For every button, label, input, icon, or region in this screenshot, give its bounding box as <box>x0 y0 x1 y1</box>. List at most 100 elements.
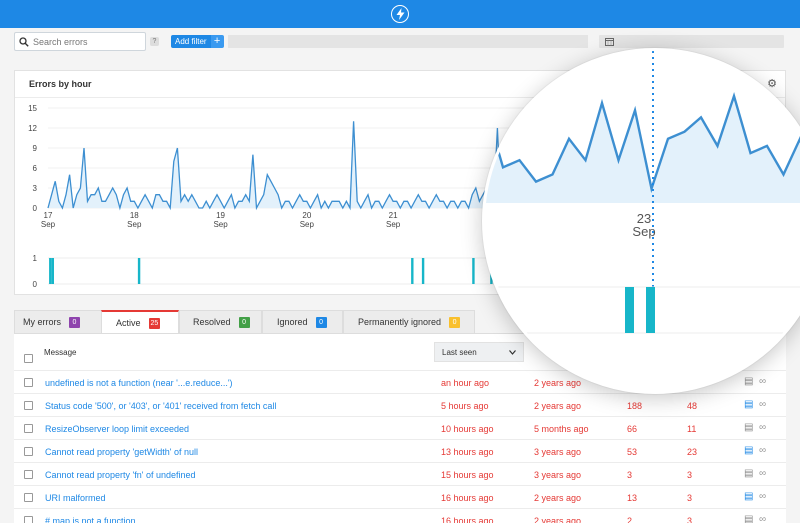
bar <box>472 258 475 284</box>
tab-permanently-ignored[interactable]: Permanently ignored 0 <box>343 310 475 333</box>
table-row[interactable]: URI malformed 16 hours ago 2 years ago 1… <box>14 485 786 508</box>
x-tick-month: Sep <box>213 220 228 229</box>
row-checkbox[interactable] <box>24 447 33 456</box>
link-icon[interactable]: ∞ <box>759 491 766 502</box>
link-icon[interactable]: ∞ <box>759 445 766 456</box>
link-icon[interactable]: ∞ <box>759 514 766 523</box>
comment-icon[interactable]: ▤ <box>744 491 753 502</box>
count-badge: 0 <box>449 316 461 328</box>
x-tick-month: Sep <box>386 220 401 229</box>
error-message-link[interactable]: Status code '500', or '403', or '401' re… <box>45 394 276 417</box>
y-tick-label: 3 <box>33 184 38 193</box>
filter-track[interactable] <box>228 35 588 48</box>
last-seen: 16 hours ago <box>441 515 494 523</box>
row-checkbox[interactable] <box>24 378 33 387</box>
comment-icon[interactable]: ▤ <box>744 514 753 523</box>
add-filter-label: Add filter <box>171 35 211 48</box>
table-row[interactable]: Cannot read property 'fn' of undefined 1… <box>14 462 786 485</box>
row-checkbox[interactable] <box>24 424 33 433</box>
users-count: 13 <box>627 492 638 503</box>
link-icon[interactable]: ∞ <box>759 422 766 433</box>
magnifier-lens: 23 Sep <box>482 48 800 394</box>
y-tick-label: 12 <box>28 124 37 133</box>
zoomed-chart: 23Sep <box>485 51 800 334</box>
y-tick-label: 0 <box>33 204 38 213</box>
row-checkbox[interactable] <box>24 470 33 479</box>
first-seen: 3 years ago <box>534 469 582 480</box>
last-seen: 15 hours ago <box>441 469 494 480</box>
users-count: 188 <box>627 400 643 411</box>
zoomed-bar <box>646 287 655 333</box>
first-seen: 5 months ago <box>534 423 589 434</box>
error-message-link[interactable]: # map is not a function <box>45 509 136 523</box>
tab-my-errors[interactable]: My errors 0 <box>14 310 102 333</box>
x-tick-day: 21 <box>389 211 398 220</box>
error-message-link[interactable]: Cannot read property 'getWidth' of null <box>45 440 198 463</box>
event-count: 3 <box>687 492 693 503</box>
bar <box>421 258 425 284</box>
y-tick-label: 15 <box>28 104 37 113</box>
table-row[interactable]: Cannot read property 'getWidth' of null … <box>14 439 786 462</box>
select-all-checkbox[interactable] <box>24 354 33 363</box>
table-row[interactable]: Status code '500', or '403', or '401' re… <box>14 393 786 416</box>
search-input[interactable] <box>33 36 133 47</box>
lightning-icon <box>391 5 409 23</box>
event-count: 3 <box>687 469 693 480</box>
last-seen: an hour ago <box>441 377 490 388</box>
last-seen: 13 hours ago <box>441 446 494 457</box>
x-tick-day: 19 <box>216 211 225 220</box>
first-seen: 3 years ago <box>534 446 582 457</box>
tab-label: Ignored <box>277 317 308 327</box>
error-message-link[interactable]: ResizeObserver loop limit exceeded <box>45 417 189 440</box>
link-icon[interactable]: ∞ <box>759 468 766 479</box>
sort-label: Last seen <box>442 347 477 357</box>
event-count: 48 <box>687 400 698 411</box>
comment-icon[interactable]: ▤ <box>744 422 753 433</box>
column-header-message[interactable]: Message <box>44 334 76 370</box>
comment-icon[interactable]: ▤ <box>744 399 753 410</box>
tab-label: My errors <box>23 317 61 327</box>
y-tick-label: 9 <box>33 144 38 153</box>
users-count: 66 <box>627 423 638 434</box>
x-tick-month: Sep <box>127 220 142 229</box>
x-tick-month: Sep <box>300 220 315 229</box>
plus-icon: + <box>210 35 224 48</box>
event-count: 11 <box>687 423 697 434</box>
count-badge: 0 <box>315 316 327 328</box>
tab-label: Permanently ignored <box>358 317 442 327</box>
tab-ignored[interactable]: Ignored 0 <box>262 310 343 333</box>
tab-resolved[interactable]: Resolved 0 <box>179 310 262 333</box>
last-seen: 5 hours ago <box>441 400 489 411</box>
row-checkbox[interactable] <box>24 516 33 523</box>
chart-title: Errors by hour <box>29 79 92 89</box>
comment-icon[interactable]: ▤ <box>744 468 753 479</box>
x-tick-day: 20 <box>302 211 311 220</box>
add-filter-button[interactable]: Add filter + <box>171 35 224 48</box>
search-icon <box>19 36 29 47</box>
link-icon[interactable]: ∞ <box>759 399 766 410</box>
tab-active[interactable]: Active 25 <box>101 310 179 334</box>
help-icon[interactable]: ? <box>150 37 159 46</box>
tab-label: Resolved <box>193 317 231 327</box>
error-message-link[interactable]: URI malformed <box>45 486 106 509</box>
table-row[interactable]: # map is not a function 16 hours ago 2 y… <box>14 508 786 523</box>
y-tick-label: 6 <box>33 164 38 173</box>
row-checkbox[interactable] <box>24 493 33 502</box>
count-badge: 0 <box>238 316 250 328</box>
last-seen: 16 hours ago <box>441 492 494 503</box>
search-box[interactable] <box>14 32 146 51</box>
count-badge: 25 <box>148 317 161 329</box>
row-checkbox[interactable] <box>24 401 33 410</box>
users-count: 2 <box>627 515 633 523</box>
table-row[interactable]: ResizeObserver loop limit exceeded 10 ho… <box>14 416 786 439</box>
bar-y-tick-label: 0 <box>33 280 38 289</box>
bar <box>411 258 414 284</box>
comment-icon[interactable]: ▤ <box>744 445 753 456</box>
last-seen: 10 hours ago <box>441 423 494 434</box>
date-range-picker[interactable] <box>599 35 784 48</box>
error-message-link[interactable]: Cannot read property 'fn' of undefined <box>45 463 196 486</box>
users-count: 3 <box>627 469 633 480</box>
tab-label: Active <box>116 318 141 328</box>
bar <box>51 258 54 284</box>
error-message-link[interactable]: undefined is not a function (near '...e.… <box>45 371 233 394</box>
